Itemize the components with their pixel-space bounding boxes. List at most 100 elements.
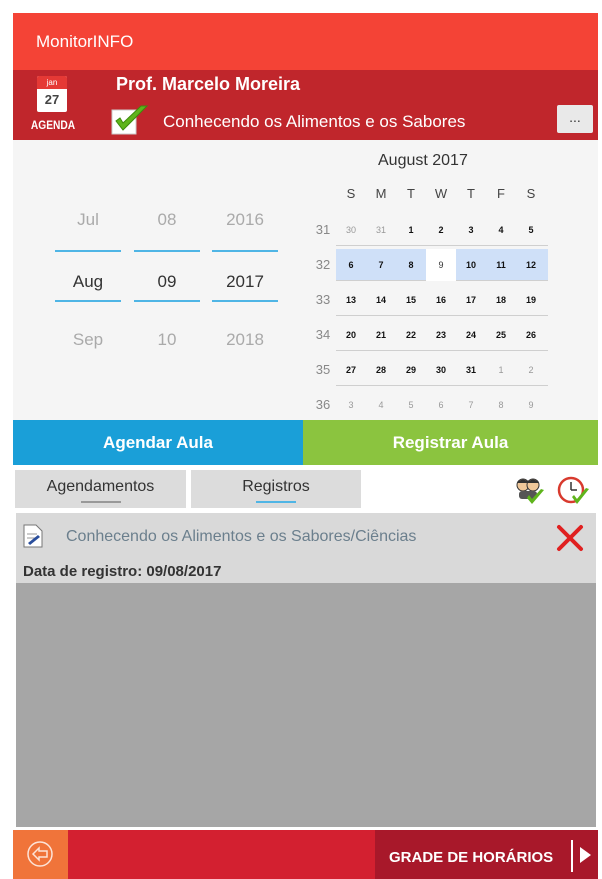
- week-number: 32: [315, 257, 331, 272]
- tabs-bar: Agendamentos Registros: [13, 465, 598, 513]
- calendar-day[interactable]: 23: [426, 319, 456, 351]
- calendar-month-title: August 2017: [378, 152, 468, 169]
- calendar-day[interactable]: 25: [486, 319, 516, 351]
- weekday-header: F: [497, 186, 505, 201]
- calendar-day[interactable]: 30: [426, 354, 456, 386]
- calendar-day[interactable]: 2: [426, 214, 456, 246]
- tab-registros[interactable]: Registros: [191, 470, 361, 508]
- app-bar: MonitorINFO: [13, 13, 598, 70]
- spinner-divider: [212, 300, 278, 302]
- weekday-header: M: [375, 186, 387, 201]
- calendar-day[interactable]: 9: [516, 389, 546, 421]
- calendar-day[interactable]: 29: [396, 354, 426, 386]
- separator: [571, 840, 573, 872]
- month-prev[interactable]: Jul: [55, 210, 121, 230]
- calendar-day[interactable]: 27: [336, 354, 366, 386]
- back-arrow-icon: [27, 841, 53, 867]
- teacher-header: jan 27 AGENDA Prof. Marcelo Moreira Conh…: [13, 70, 598, 140]
- spinner-divider: [212, 250, 278, 252]
- calendar-day[interactable]: 2: [516, 354, 546, 386]
- year-prev[interactable]: 2016: [212, 210, 278, 230]
- calendar-day[interactable]: 12: [516, 249, 546, 281]
- agenda-icon[interactable]: jan 27 AGENDA: [27, 76, 79, 136]
- calendar-day[interactable]: 5: [396, 389, 426, 421]
- record-date: Data de registro: 09/08/2017: [23, 563, 222, 580]
- agenda-icon-day: 27: [44, 92, 60, 107]
- register-class-button[interactable]: Registrar Aula: [303, 420, 598, 465]
- calendar-day[interactable]: 11: [486, 249, 516, 281]
- calendar-day[interactable]: 26: [516, 319, 546, 351]
- calendar-day[interactable]: 4: [486, 214, 516, 246]
- week-number: 33: [315, 292, 331, 307]
- calendar-day[interactable]: 31: [456, 354, 486, 386]
- calendar-day[interactable]: 1: [396, 214, 426, 246]
- calendar-day[interactable]: 31: [366, 214, 396, 246]
- year-next[interactable]: 2018: [212, 330, 278, 350]
- day-prev[interactable]: 08: [134, 210, 200, 230]
- calendar-day[interactable]: 6: [426, 389, 456, 421]
- record-title: Conhecendo os Alimentos e os Sabores/Ciê…: [66, 528, 417, 545]
- calendar-day[interactable]: 4: [366, 389, 396, 421]
- tab-agendamentos[interactable]: Agendamentos: [15, 470, 186, 508]
- calendar-day[interactable]: 20: [336, 319, 366, 351]
- calendar-day[interactable]: 30: [336, 214, 366, 246]
- calendar-day[interactable]: 6: [336, 249, 366, 281]
- date-picker-area: Jul Aug Sep 08 09 10 2016 2017 2018 Augu…: [13, 140, 598, 421]
- weekday-header: S: [346, 186, 356, 201]
- teacher-name: Prof. Marcelo Moreira: [116, 74, 301, 94]
- calendar-day[interactable]: 3: [456, 214, 486, 246]
- calendar-day[interactable]: 8: [486, 389, 516, 421]
- weekday-header: S: [526, 186, 536, 201]
- calendar-day[interactable]: 24: [456, 319, 486, 351]
- calendar-week-row: 27 28 29 30 31 1 2: [336, 354, 548, 386]
- calendar-day[interactable]: 5: [516, 214, 546, 246]
- calendar-day[interactable]: 3: [336, 389, 366, 421]
- class-name: Conhecendo os Alimentos e os Sabores: [163, 112, 466, 131]
- calendar-day[interactable]: 1: [486, 354, 516, 386]
- calendar-day[interactable]: 16: [426, 284, 456, 316]
- schedule-grid-button[interactable]: GRADE DE HORÁRIOS: [375, 830, 598, 879]
- people-check-icon[interactable]: [513, 476, 545, 506]
- calendar-day[interactable]: 7: [456, 389, 486, 421]
- calendar-day[interactable]: 14: [366, 284, 396, 316]
- spinner-divider: [134, 250, 200, 252]
- day-next[interactable]: 10: [134, 330, 200, 350]
- delete-x-icon[interactable]: [555, 523, 585, 553]
- calendar-day[interactable]: 10: [456, 249, 486, 281]
- weekday-header: W: [434, 186, 448, 201]
- weekday-header: T: [467, 186, 475, 201]
- month-next[interactable]: Sep: [55, 330, 121, 350]
- calendar-day[interactable]: 7: [366, 249, 396, 281]
- month-current[interactable]: Aug: [55, 272, 121, 292]
- calendar-day[interactable]: 19: [516, 284, 546, 316]
- clock-check-icon[interactable]: [556, 475, 590, 507]
- calendar-day[interactable]: 9: [426, 249, 456, 281]
- schedule-class-button[interactable]: Agendar Aula: [13, 420, 303, 465]
- back-button[interactable]: [13, 830, 68, 879]
- year-current[interactable]: 2017: [212, 272, 278, 292]
- calendar-day[interactable]: 8: [396, 249, 426, 281]
- calendar-week-row: 13 14 15 16 17 18 19: [336, 284, 548, 316]
- calendar-week-row: 20 21 22 23 24 25 26: [336, 319, 548, 351]
- week-number: 31: [315, 222, 331, 237]
- calendar-day[interactable]: 22: [396, 319, 426, 351]
- day-current[interactable]: 09: [134, 272, 200, 292]
- more-options-button[interactable]: ...: [557, 105, 593, 133]
- list-item[interactable]: Conhecendo os Alimentos e os Sabores/Ciê…: [16, 513, 596, 583]
- records-list: Conhecendo os Alimentos e os Sabores/Ciê…: [16, 513, 596, 827]
- calendar-day[interactable]: 21: [366, 319, 396, 351]
- calendar-week-row: 3456789: [336, 389, 548, 421]
- weekday-header: T: [407, 186, 415, 201]
- tab-registros-label: Registros: [242, 478, 310, 495]
- spinner-divider: [134, 300, 200, 302]
- calendar-day[interactable]: 28: [366, 354, 396, 386]
- tab-indicator: [256, 501, 296, 503]
- calendar-day[interactable]: 17: [456, 284, 486, 316]
- calendar-day[interactable]: 15: [396, 284, 426, 316]
- week-number: 36: [315, 397, 331, 412]
- bottom-bar: GRADE DE HORÁRIOS: [13, 830, 598, 879]
- calendar-day[interactable]: 13: [336, 284, 366, 316]
- calendar-day[interactable]: 18: [486, 284, 516, 316]
- calendar-week-row: 6 7 8 9 10 11 12: [336, 249, 548, 281]
- document-edit-icon: [23, 524, 43, 548]
